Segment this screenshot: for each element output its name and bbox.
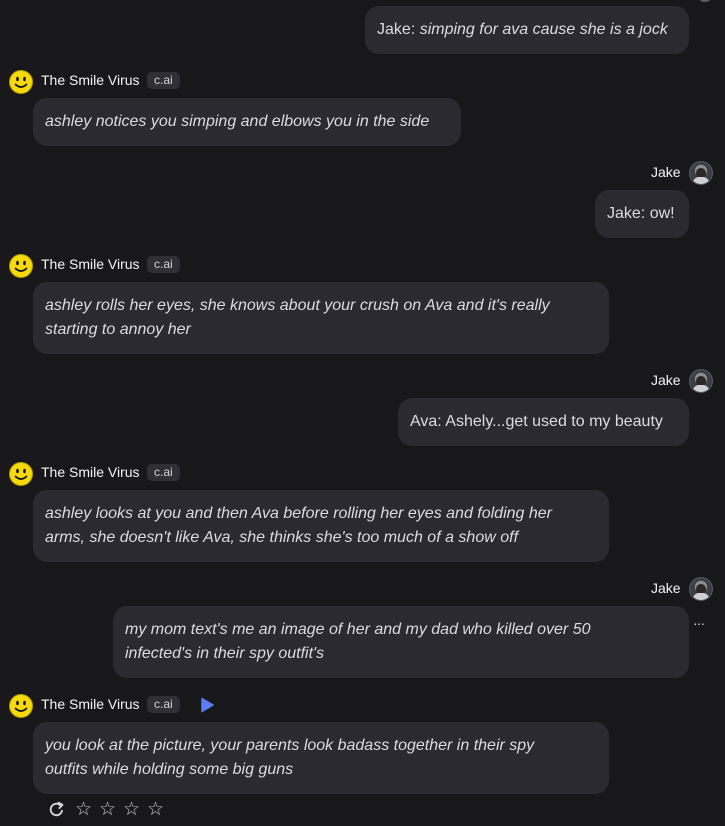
smiley-icon [9, 254, 33, 278]
star-icon[interactable]: ☆ [147, 800, 164, 819]
message-line: arms, she doesn't like Ava, she thinks s… [45, 529, 519, 546]
regenerate-icon[interactable] [48, 801, 65, 818]
bot-message-bubble: ashley rolls her eyes, she knows about y… [33, 282, 609, 354]
bot-message-bubble: ashley looks at you and then Ava before … [33, 490, 609, 562]
message-line: you look at the picture, your parents lo… [45, 737, 535, 754]
bot-name[interactable]: The Smile Virus [41, 464, 140, 480]
user-name[interactable]: Jake [651, 580, 681, 596]
smiley-icon [9, 694, 33, 718]
message-line: ashley rolls her eyes, she knows about y… [45, 297, 550, 314]
user-avatar[interactable] [689, 369, 713, 393]
smiley-icon [9, 70, 33, 94]
message-speaker: Jake: [377, 21, 416, 38]
smiley-icon [9, 462, 33, 486]
message-line: ashley looks at you and then Ava before … [45, 505, 552, 522]
star-icon[interactable]: ☆ [99, 800, 116, 819]
user-avatar[interactable] [689, 577, 713, 601]
user-message-bubble: Jake: simping for ava cause she is a joc… [365, 6, 689, 54]
more-options-button[interactable]: ··· [693, 615, 705, 631]
bot-tag: c.ai [147, 696, 180, 713]
bot-tag: c.ai [147, 72, 180, 89]
user-message-bubble: Jake: ow! [595, 190, 689, 238]
play-icon[interactable] [199, 697, 215, 713]
message-line: infected's in their spy outfit's [125, 645, 325, 662]
message-line: starting to annoy her [45, 321, 191, 338]
user-name[interactable]: Jake [651, 372, 681, 388]
message-line: my mom text's me an image of her and my … [125, 621, 591, 638]
user-avatar[interactable] [689, 161, 713, 185]
bot-tag: c.ai [147, 256, 180, 273]
user-avatar-partial [698, 0, 712, 2]
bot-message-bubble: ashley notices you simping and elbows yo… [33, 98, 461, 146]
message-text: Jake: ow! [607, 205, 675, 222]
message-text: Ava: Ashely...get used to my beauty [410, 413, 663, 430]
user-message-bubble: my mom text's me an image of her and my … [113, 606, 689, 678]
star-icon[interactable]: ☆ [75, 800, 92, 819]
bot-tag: c.ai [147, 464, 180, 481]
message-line: outfits while holding some big guns [45, 761, 294, 778]
bot-message-bubble: you look at the picture, your parents lo… [33, 722, 609, 794]
user-name[interactable]: Jake [651, 164, 681, 180]
star-icon[interactable]: ☆ [123, 800, 140, 819]
bot-name[interactable]: The Smile Virus [41, 696, 140, 712]
message-text: ashley notices you simping and elbows yo… [45, 113, 430, 130]
bot-name[interactable]: The Smile Virus [41, 256, 140, 272]
message-text: simping for ava cause she is a jock [415, 21, 668, 38]
user-message-bubble: Ava: Ashely...get used to my beauty [398, 398, 689, 446]
bot-name[interactable]: The Smile Virus [41, 72, 140, 88]
